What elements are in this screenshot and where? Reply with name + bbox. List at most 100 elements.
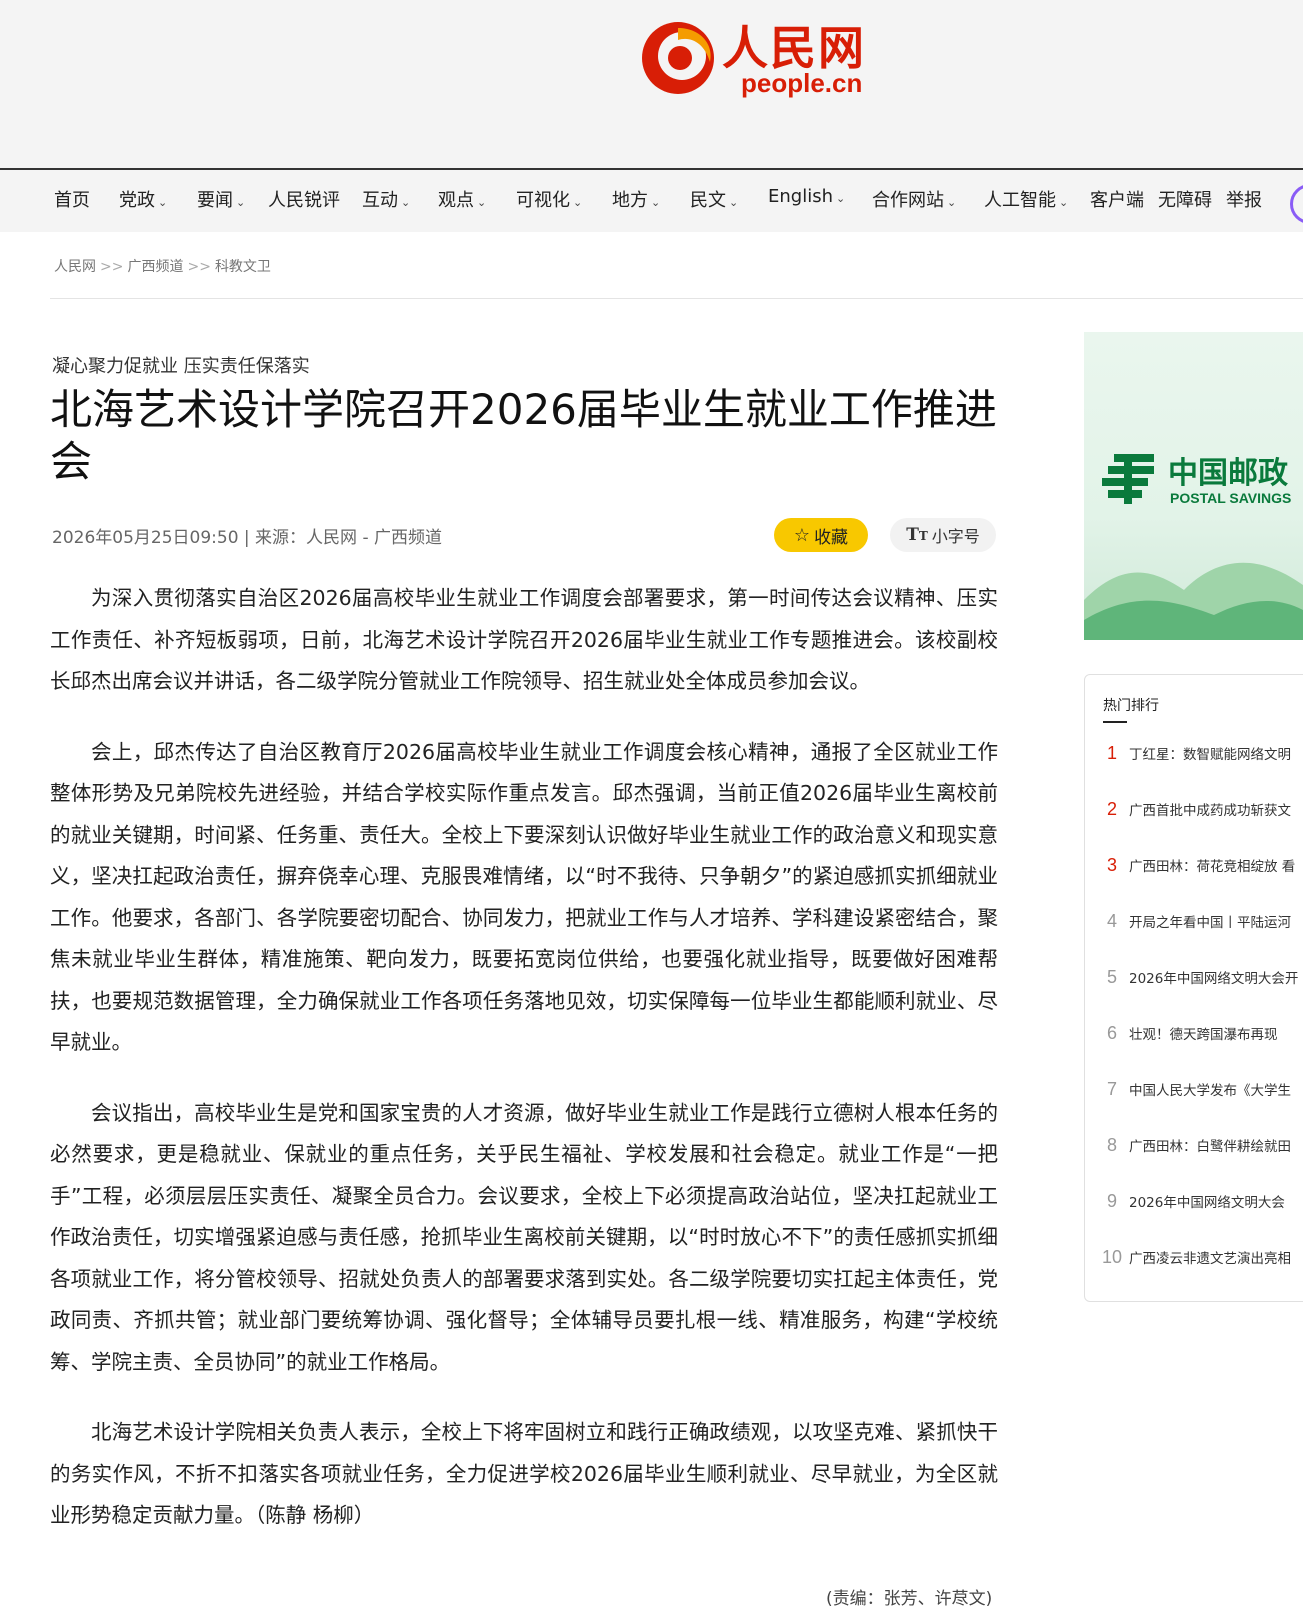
article-paragraph: 会上，邱杰传达了自治区教育厅2026届高校毕业生就业工作调度会核心精神，通报了全…	[50, 739, 998, 1055]
site-header: 人民网 people.cn	[0, 0, 1303, 168]
hot-ranking-item[interactable]: 9 2026年中国网络文明大会	[1099, 1191, 1303, 1212]
nav-item-label: 首页	[54, 190, 90, 211]
nav-item-visual[interactable]: 可视化 ⌄	[516, 186, 582, 212]
hot-ranking-item[interactable]: 4 开局之年看中国丨平陆运河	[1099, 911, 1303, 932]
nav-item-label: 人工智能	[984, 190, 1056, 211]
nav-item-label: 举报	[1226, 190, 1262, 211]
hot-ranking-number: 9	[1106, 1191, 1117, 1211]
hot-ranking-underline	[1103, 721, 1127, 723]
hot-ranking-number: 7	[1106, 1079, 1117, 1099]
hot-ranking-text: 开局之年看中国丨平陆运河	[1129, 915, 1291, 931]
main-navigation: 首页 党政 ⌄ 要闻 ⌄ 人民锐评 互动 ⌄ 观点 ⌄ 可视化 ⌄ 地方 ⌄ 民文 ⌄ English ⌄ 合作网站…	[0, 168, 1303, 232]
nav-item-opinion[interactable]: 观点 ⌄	[438, 186, 486, 212]
logo-swirl-icon	[642, 22, 714, 94]
nav-item-report[interactable]: 举报	[1226, 186, 1262, 212]
nav-item-label: 无障碍	[1158, 190, 1212, 211]
breadcrumb-separator: >>	[100, 259, 124, 275]
nav-item-client[interactable]: 客户端	[1090, 186, 1144, 212]
hot-ranking-number: 6	[1106, 1023, 1117, 1043]
font-size-label: 小字号	[931, 527, 980, 546]
chevron-down-icon: ⌄	[158, 196, 168, 209]
nav-item-news[interactable]: 要闻 ⌄	[197, 186, 245, 212]
article-paragraph: 北海艺术设计学院相关负责人表示，全校上下将牢固树立和践行正确政绩观，以攻坚克难、…	[50, 1420, 998, 1527]
article-paragraph: 会议指出，高校毕业生是党和国家宝贵的人才资源，做好毕业生就业工作是践行立德树人根…	[50, 1100, 998, 1374]
nav-item-label: 观点	[438, 190, 474, 211]
nav-item-partners[interactable]: 合作网站 ⌄	[872, 186, 956, 212]
font-size-button[interactable]: TT 小字号	[890, 518, 996, 552]
article-editor: (责编：张芳、许荩文)	[826, 1589, 993, 1609]
nav-item-interaction[interactable]: 互动 ⌄	[362, 186, 410, 212]
hot-ranking-item[interactable]: 6 壮观！德天跨国瀑布再现	[1099, 1023, 1303, 1044]
nav-item-label: 客户端	[1090, 190, 1144, 211]
nav-item-home[interactable]: 首页	[54, 186, 90, 212]
nav-item-label: 要闻	[197, 190, 233, 211]
nav-item-ethnic[interactable]: 民文 ⌄	[690, 186, 738, 212]
chevron-down-icon: ⌄	[573, 196, 583, 209]
chevron-down-icon: ⌄	[947, 196, 957, 209]
hot-ranking-text: 广西凌云非遗文艺演出亮相	[1129, 1251, 1291, 1267]
hot-ranking-number: 8	[1106, 1135, 1117, 1155]
breadcrumb-item-home[interactable]: 人民网	[54, 259, 96, 275]
article-subtitle: 凝心聚力促就业 压实责任保落实	[52, 356, 310, 377]
nav-item-accessibility[interactable]: 无障碍	[1158, 186, 1212, 212]
chevron-down-icon: ⌄	[236, 196, 246, 209]
hot-ranking-text: 广西首批中成药成功斩获文	[1129, 803, 1291, 819]
ad-english-text: POSTAL SAVINGS	[1170, 490, 1292, 506]
chevron-down-icon: ⌄	[401, 196, 411, 209]
article-meta: 2026年05月25日09:50 | 来源：人民网 - 广西频道	[52, 528, 442, 548]
hot-ranking-item[interactable]: 1 丁红星：数智赋能网络文明	[1099, 743, 1303, 764]
hot-ranking-text: 壮观！德天跨国瀑布再现	[1129, 1027, 1278, 1043]
hot-ranking-item[interactable]: 3 广西田林：荷花竞相绽放 看	[1099, 855, 1303, 876]
hot-ranking-number: 5	[1106, 967, 1117, 987]
logo-english-text: people.cn	[741, 68, 863, 98]
hot-ranking-item[interactable]: 2 广西首批中成药成功斩获文	[1099, 799, 1303, 820]
font-size-icon: TT	[906, 525, 928, 545]
ad-chinese-text: 中国邮政	[1168, 456, 1288, 491]
breadcrumb-item-section[interactable]: 科教文卫	[215, 259, 271, 275]
nav-item-label: 可视化	[516, 190, 570, 211]
hot-ranking-text: 广西田林：荷花竞相绽放 看	[1129, 859, 1296, 875]
postal-logo-icon	[1102, 454, 1154, 504]
article-paragraph: 为深入贯彻落实自治区2026届高校毕业生就业工作调度会部署要求，第一时间传达会议…	[50, 586, 998, 693]
nav-item-party[interactable]: 党政 ⌄	[119, 186, 167, 212]
nav-item-english[interactable]: English ⌄	[768, 186, 845, 207]
hot-ranking-item[interactable]: 5 2026年中国网络文明大会开	[1099, 967, 1303, 988]
breadcrumb-item-channel[interactable]: 广西频道	[127, 259, 183, 275]
search-icon[interactable]	[1290, 184, 1303, 224]
chevron-down-icon: ⌄	[729, 196, 739, 209]
hot-ranking-text: 2026年中国网络文明大会	[1129, 1195, 1285, 1211]
star-icon: ☆	[793, 524, 811, 546]
nav-item-commentary[interactable]: 人民锐评	[268, 186, 340, 212]
article-title: 北海艺术设计学院召开2026届毕业生就业工作推进会	[50, 385, 997, 486]
nav-item-label: 地方	[612, 190, 648, 211]
favorite-label: 收藏	[814, 527, 849, 548]
hot-ranking-item[interactable]: 7 中国人民大学发布《大学生	[1099, 1079, 1303, 1100]
article-body: 为深入贯彻落实自治区2026届高校毕业生就业工作调度会部署要求，第一时间传达会议…	[50, 578, 998, 1566]
nav-item-label: 互动	[362, 190, 398, 211]
hot-ranking-number: 2	[1106, 799, 1117, 819]
hot-ranking-text: 广西田林：白鹭伴耕绘就田	[1129, 1139, 1291, 1155]
breadcrumb-divider	[50, 298, 1303, 299]
nav-item-label: 党政	[119, 190, 155, 211]
hot-ranking-title: 热门排行	[1103, 698, 1159, 714]
hot-ranking-item[interactable]: 10 广西凌云非遗文艺演出亮相	[1099, 1247, 1303, 1268]
favorite-button[interactable]: ☆ 收藏	[774, 518, 868, 552]
people-cn-logo[interactable]: 人民网 people.cn	[638, 8, 878, 103]
nav-item-label: 人民锐评	[268, 190, 340, 211]
breadcrumb: 人民网 >> 广西频道 >> 科教文卫	[54, 256, 271, 276]
nav-item-label: English	[768, 186, 833, 207]
hot-ranking-text: 2026年中国网络文明大会开	[1129, 971, 1299, 987]
hot-ranking-item[interactable]: 8 广西田林：白鹭伴耕绘就田	[1099, 1135, 1303, 1156]
hot-ranking-text: 丁红星：数智赋能网络文明	[1129, 747, 1291, 763]
postal-savings-ad[interactable]: 中国邮政 POSTAL SAVINGS	[1084, 332, 1303, 640]
nav-item-ai[interactable]: 人工智能 ⌄	[984, 186, 1068, 212]
hot-ranking-text: 中国人民大学发布《大学生	[1129, 1083, 1291, 1099]
breadcrumb-separator: >>	[187, 259, 211, 275]
hot-ranking-panel: 热门排行 1 丁红星：数智赋能网络文明 2 广西首批中成药成功斩获文 3 广西田林：荷花竞…	[1084, 674, 1303, 1302]
chevron-down-icon: ⌄	[651, 196, 661, 209]
chevron-down-icon: ⌄	[836, 192, 846, 205]
nav-item-local[interactable]: 地方 ⌄	[612, 186, 660, 212]
nav-item-label: 民文	[690, 190, 726, 211]
hot-ranking-number: 1	[1106, 743, 1117, 763]
hot-ranking-number: 4	[1106, 911, 1117, 931]
